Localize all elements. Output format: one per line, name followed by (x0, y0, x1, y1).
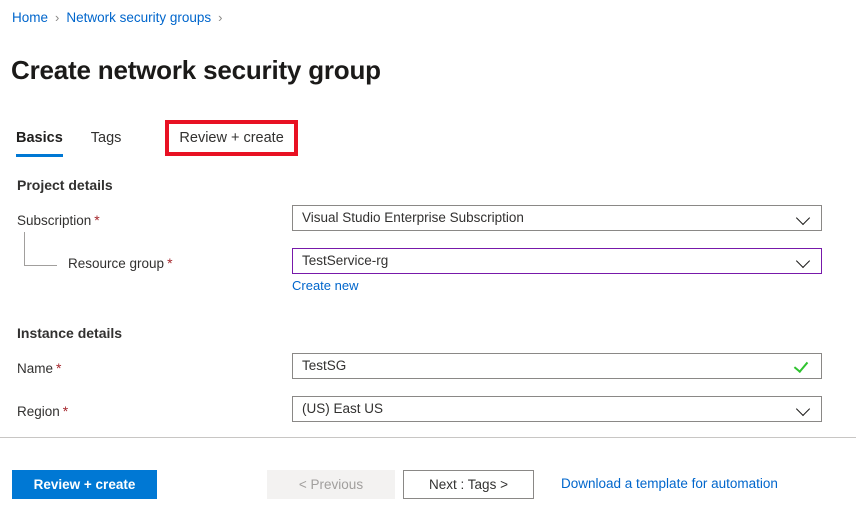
tab-basics[interactable]: Basics (16, 128, 63, 157)
required-asterisk: * (56, 360, 61, 376)
tab-review-create[interactable]: Review + create (169, 124, 293, 152)
checkmark-valid-icon (795, 358, 811, 374)
chevron-down-icon (796, 253, 812, 269)
section-heading-instance-details: Instance details (17, 325, 122, 341)
required-asterisk: * (167, 255, 172, 271)
breadcrumb-item-network-security-groups[interactable]: Network security groups (66, 9, 211, 27)
required-asterisk: * (63, 403, 68, 419)
download-template-link[interactable]: Download a template for automation (561, 475, 778, 493)
review-create-button[interactable]: Review + create (12, 470, 157, 499)
previous-button: < Previous (267, 470, 395, 499)
breadcrumb: Home › Network security groups › (12, 9, 230, 27)
field-hierarchy-connector (24, 232, 57, 266)
page-title: Create network security group (11, 53, 381, 87)
label-name: Name* (17, 359, 61, 378)
create-new-resource-group-link[interactable]: Create new (292, 277, 358, 295)
chevron-down-icon (796, 401, 812, 417)
breadcrumb-separator-icon: › (55, 9, 59, 27)
region-value: (US) East US (302, 399, 796, 419)
label-subscription: Subscription* (17, 211, 100, 230)
label-resource-group: Resource group* (68, 254, 173, 273)
tab-bar: Basics Tags Review + create (16, 128, 322, 157)
tab-basics-label: Basics (16, 130, 63, 146)
subscription-dropdown[interactable]: Visual Studio Enterprise Subscription (292, 205, 822, 231)
next-tags-button[interactable]: Next : Tags > (403, 470, 534, 499)
name-input[interactable]: TestSG (292, 353, 822, 379)
label-name-text: Name (17, 361, 53, 376)
label-region-text: Region (17, 404, 60, 419)
tab-tags-label: Tags (91, 130, 122, 146)
region-dropdown[interactable]: (US) East US (292, 396, 822, 422)
resource-group-value: TestService-rg (302, 251, 796, 271)
breadcrumb-item-home[interactable]: Home (12, 9, 48, 27)
breadcrumb-separator-icon: › (218, 9, 222, 27)
label-region: Region* (17, 402, 68, 421)
required-asterisk: * (94, 212, 99, 228)
subscription-value: Visual Studio Enterprise Subscription (302, 208, 796, 228)
section-heading-project-details: Project details (17, 177, 113, 193)
name-value: TestSG (302, 356, 795, 376)
tab-review-create-label: Review + create (179, 130, 283, 146)
tab-tags[interactable]: Tags (91, 128, 122, 157)
chevron-down-icon (796, 210, 812, 226)
resource-group-dropdown[interactable]: TestService-rg (292, 248, 822, 274)
label-resource-group-text: Resource group (68, 256, 164, 271)
footer-bar: Review + create < Previous Next : Tags >… (0, 438, 856, 518)
label-subscription-text: Subscription (17, 213, 91, 228)
